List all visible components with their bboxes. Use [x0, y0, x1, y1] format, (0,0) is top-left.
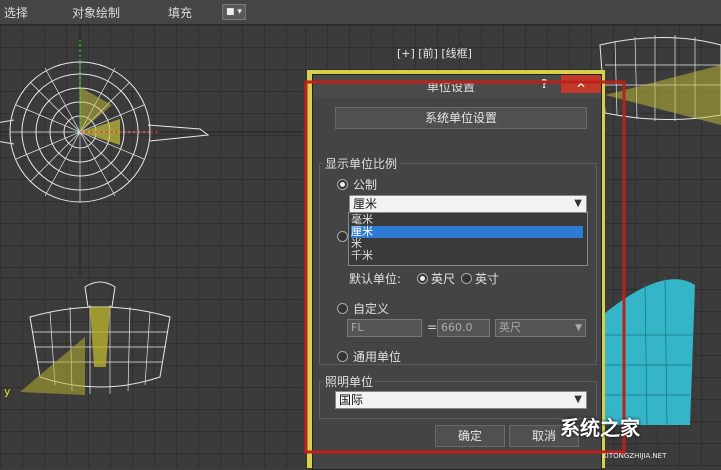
viewport-front-label[interactable]: [+] [前] [线框] — [397, 45, 472, 61]
square-dropdown-icon[interactable]: ■ ▾ — [222, 4, 246, 20]
teapot-side-wireframe: y — [4, 281, 171, 398]
inch-label: 英寸 — [475, 272, 500, 286]
metric-radio[interactable] — [337, 179, 348, 190]
lighting-unit-select[interactable]: 国际 ▼ — [335, 391, 587, 409]
chevron-down-icon: ▼ — [574, 198, 582, 209]
chevron-down-icon: ▼ — [575, 323, 582, 333]
metric-unit-value: 厘米 — [353, 197, 378, 211]
custom-unit-select[interactable]: 英尺 ▼ — [495, 319, 586, 337]
equals-sign: = — [427, 320, 438, 334]
units-setup-dialog: 单位设置 ? ✕ 系统单位设置 显示单位比例 公制 厘米 ▼ 默认单位: 英尺 … — [312, 74, 602, 470]
viewport-top[interactable] — [0, 25, 303, 275]
generic-unit-label: 通用单位 — [353, 350, 402, 364]
inch-radio[interactable] — [461, 273, 472, 284]
dropdown-option[interactable]: 毫米 — [351, 214, 583, 226]
close-button[interactable]: ✕ — [561, 75, 601, 93]
feet-label: 英尺 — [431, 272, 456, 286]
menu-object-paint[interactable]: 对象绘制 — [72, 4, 120, 21]
watermark-logo: 系统之家 — [560, 416, 640, 440]
help-button[interactable]: ? — [541, 77, 548, 91]
dropdown-option[interactable]: 千米 — [351, 250, 583, 262]
ok-button[interactable]: 确定 — [435, 425, 505, 447]
metric-label: 公制 — [353, 178, 378, 192]
chevron-down-icon: ▼ — [574, 394, 582, 405]
menu-populate[interactable]: 填充 — [168, 4, 192, 21]
dialog-title: 单位设置 — [427, 80, 476, 94]
custom-radio[interactable] — [337, 303, 348, 314]
metric-unit-dropdown-list: 毫米 厘米 米 千米 — [348, 212, 588, 266]
custom-label: 自定义 — [353, 302, 390, 316]
custom-name-field[interactable]: FL — [347, 319, 422, 337]
generic-unit-radio[interactable] — [337, 351, 348, 362]
dropdown-option[interactable]: 米 — [351, 238, 583, 250]
lighting-unit-value: 国际 — [339, 393, 364, 407]
feet-radio[interactable] — [417, 273, 428, 284]
teapot-top-wireframe — [0, 25, 303, 275]
system-unit-setup-button[interactable]: 系统单位设置 — [335, 107, 587, 129]
menu-bar: 选择 对象绘制 填充 ■ ▾ — [0, 0, 721, 25]
viewport-left[interactable]: y — [0, 277, 303, 468]
dialog-titlebar[interactable]: 单位设置 ? ✕ — [313, 75, 601, 97]
dropdown-option-selected[interactable]: 厘米 — [351, 226, 583, 238]
lighting-unit-group-label: 照明单位 — [323, 373, 376, 390]
default-unit-label: 默认单位: — [349, 272, 402, 286]
us-standard-radio[interactable] — [337, 231, 348, 242]
custom-value-field[interactable]: 660.0 — [437, 319, 490, 337]
menu-select[interactable]: 选择 — [4, 4, 28, 21]
display-unit-group-label: 显示单位比例 — [323, 155, 400, 172]
watermark-url: XITONGZHIJIA.NET — [602, 452, 667, 460]
metric-unit-select[interactable]: 厘米 ▼ — [349, 195, 587, 213]
axis-y-label: y — [4, 385, 11, 398]
custom-unit-value: 英尺 — [499, 321, 521, 334]
